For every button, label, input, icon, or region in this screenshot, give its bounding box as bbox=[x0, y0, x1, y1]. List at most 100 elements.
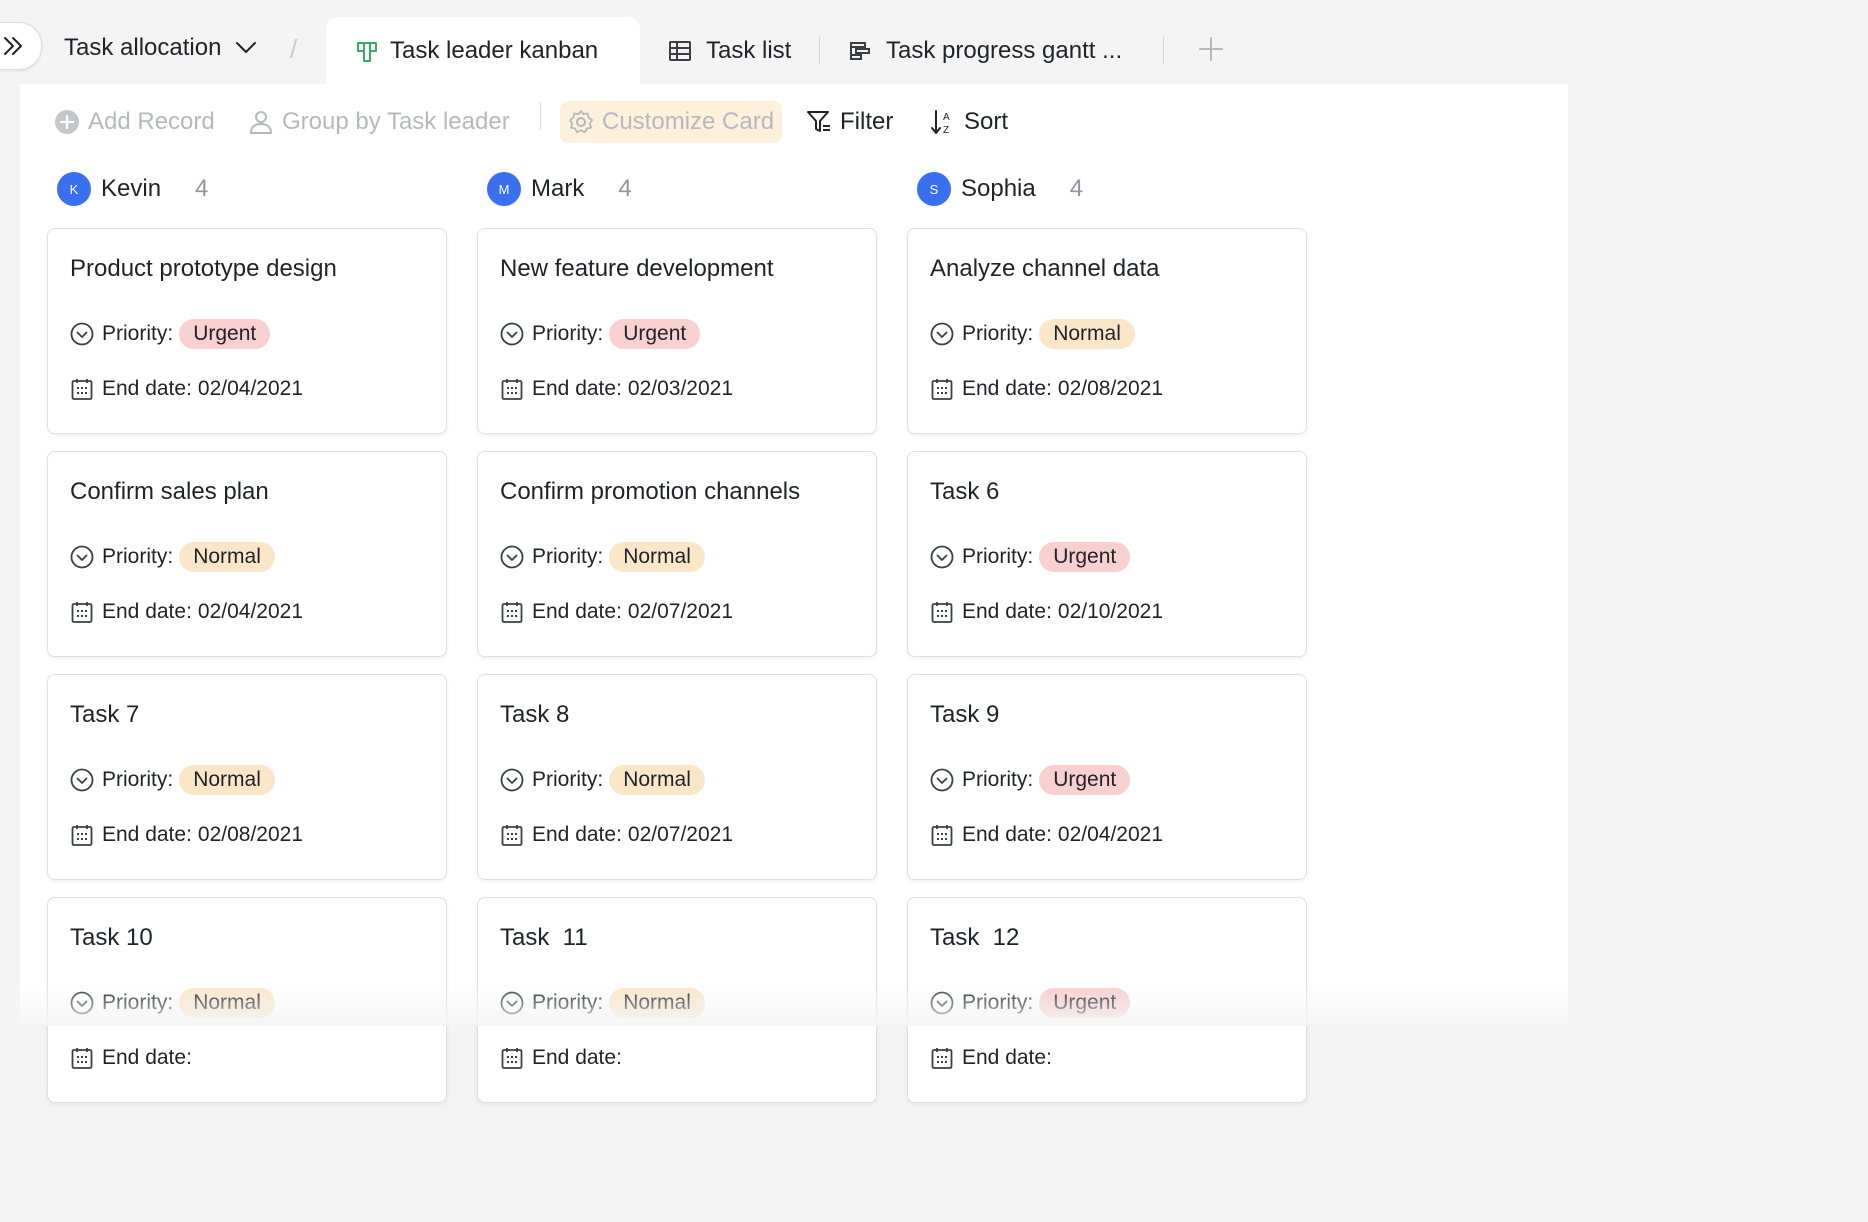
calendar-icon bbox=[931, 825, 953, 846]
priority-field: Priority: Urgent bbox=[930, 765, 1131, 795]
task-card[interactable]: Task 12 Priority: Urgent End date: bbox=[907, 897, 1307, 1103]
calendar-icon bbox=[71, 602, 93, 623]
card-title: Task 6 bbox=[930, 478, 1000, 505]
calendar-icon bbox=[501, 1048, 523, 1069]
priority-icon bbox=[70, 991, 94, 1015]
task-card[interactable]: Confirm promotion channels Priority: Norma… bbox=[477, 451, 877, 657]
task-card[interactable]: Task 7 Priority: Normal End date: 02/08/2021 bbox=[47, 674, 447, 880]
svg-text:Z: Z bbox=[943, 125, 949, 136]
card-title: Task 9 bbox=[930, 701, 1000, 728]
end-date-field: End date: bbox=[500, 1046, 628, 1070]
card-title: Task 8 bbox=[500, 701, 570, 728]
column-name: Sophia bbox=[961, 175, 1036, 202]
kanban-view-panel: Add Record Group by Task leader Customiz… bbox=[20, 84, 1568, 1103]
add-view-button[interactable] bbox=[1198, 36, 1224, 67]
end-date-field: End date: 02/10/2021 bbox=[930, 600, 1163, 624]
calendar-icon bbox=[931, 379, 953, 400]
end-date-label: End date: bbox=[962, 377, 1052, 400]
task-card[interactable]: Product prototype design Priority: Urgent E… bbox=[47, 228, 447, 434]
tab-task-list[interactable]: Task list bbox=[668, 37, 791, 65]
task-card[interactable]: Confirm sales plan Priority: Normal End dat… bbox=[47, 451, 447, 657]
task-card[interactable]: Task 8 Priority: Normal End date: 02/07/2021 bbox=[477, 674, 877, 880]
sort-icon: A Z bbox=[931, 110, 950, 136]
sort-button[interactable]: A Z Sort bbox=[930, 101, 1008, 143]
end-date-label: End date: bbox=[532, 823, 622, 846]
end-date-field: End date: bbox=[70, 1046, 198, 1070]
end-date-field: End date: 02/08/2021 bbox=[70, 823, 303, 847]
priority-label: Priority: bbox=[102, 768, 174, 791]
priority-icon bbox=[70, 768, 94, 792]
priority-field: Priority: Urgent bbox=[930, 988, 1131, 1018]
group-by-label: Group by Task leader bbox=[282, 108, 510, 135]
priority-tag: Normal bbox=[609, 765, 705, 795]
end-date-field: End date: 02/04/2021 bbox=[930, 823, 1163, 847]
plus-circle-icon bbox=[55, 110, 79, 134]
priority-label: Priority: bbox=[532, 322, 604, 345]
priority-label: Priority: bbox=[102, 545, 174, 568]
view-tab-bar: Task allocation / Task leader kanban Tas… bbox=[0, 0, 1568, 84]
column-count: 4 bbox=[618, 175, 632, 202]
base-title-dropdown[interactable]: Task allocation bbox=[64, 34, 257, 62]
calendar-icon bbox=[71, 825, 93, 846]
gantt-icon bbox=[850, 42, 870, 60]
column-header[interactable]: S Sophia 4 bbox=[917, 172, 1083, 206]
priority-label: Priority: bbox=[102, 991, 174, 1014]
expand-sidebar-button[interactable] bbox=[0, 22, 42, 70]
end-date-field: End date: 02/07/2021 bbox=[500, 823, 733, 847]
end-date-label: End date: bbox=[532, 1046, 622, 1069]
calendar-icon bbox=[71, 379, 93, 400]
customize-card-button[interactable]: Customize Card bbox=[560, 101, 783, 143]
filter-button[interactable]: Filter bbox=[806, 101, 893, 143]
card-title: Confirm promotion channels bbox=[500, 478, 801, 505]
calendar-icon bbox=[501, 602, 523, 623]
card-title: Task 10 bbox=[70, 924, 153, 951]
priority-icon bbox=[930, 768, 954, 792]
task-card[interactable]: Task 11 Priority: Normal End date: bbox=[477, 897, 877, 1103]
add-record-label: Add Record bbox=[88, 108, 215, 135]
add-record-button[interactable]: Add Record bbox=[54, 101, 215, 143]
plus-icon bbox=[1199, 37, 1223, 61]
group-by-button[interactable]: Group by Task leader bbox=[248, 101, 510, 143]
tab-task-leader-kanban[interactable]: Task leader kanban bbox=[326, 17, 640, 84]
task-card[interactable]: Task 6 Priority: Urgent End date: 02/10/2021 bbox=[907, 451, 1307, 657]
priority-field: Priority: Normal bbox=[500, 988, 705, 1018]
task-card[interactable]: Task 9 Priority: Urgent End date: 02/04/2021 bbox=[907, 674, 1307, 880]
priority-tag: Normal bbox=[179, 988, 275, 1018]
priority-tag: Urgent bbox=[1039, 542, 1131, 572]
end-date-field: End date: 02/04/2021 bbox=[70, 377, 303, 401]
calendar-icon bbox=[501, 379, 523, 400]
avatar: S bbox=[917, 172, 951, 206]
calendar-icon bbox=[71, 1048, 93, 1069]
card-title: Confirm sales plan bbox=[70, 478, 269, 505]
column-header[interactable]: K Kevin 4 bbox=[57, 172, 208, 206]
column-header[interactable]: M Mark 4 bbox=[487, 172, 632, 206]
card-title: Product prototype design bbox=[70, 255, 337, 282]
card-title: Task 11 bbox=[500, 924, 588, 951]
card-title: Task 12 bbox=[930, 924, 1020, 951]
calendar-icon bbox=[931, 602, 953, 623]
end-date-label: End date: bbox=[102, 1046, 192, 1069]
calendar-icon bbox=[931, 1048, 953, 1069]
tab-label: Task list bbox=[706, 37, 792, 64]
end-date-label: End date: bbox=[962, 1046, 1052, 1069]
tab-task-progress-gantt[interactable]: Task progress gantt ... bbox=[848, 37, 1122, 65]
priority-field: Priority: Normal bbox=[500, 542, 705, 572]
column-name: Kevin bbox=[101, 175, 162, 202]
priority-field: Priority: Normal bbox=[930, 319, 1135, 349]
person-icon bbox=[250, 111, 272, 134]
priority-field: Priority: Normal bbox=[70, 765, 275, 795]
tab-label: Task leader kanban bbox=[390, 37, 599, 64]
task-card[interactable]: New feature development Priority: Urgent En… bbox=[477, 228, 877, 434]
end-date-label: End date: bbox=[532, 377, 622, 400]
sort-label: Sort bbox=[964, 108, 1009, 135]
double-chevron-right-icon bbox=[4, 37, 22, 55]
task-card[interactable]: Task 10 Priority: Normal End date: bbox=[47, 897, 447, 1103]
priority-icon bbox=[500, 545, 524, 569]
end-date-field: End date: 02/03/2021 bbox=[500, 377, 733, 401]
breadcrumb-separator: / bbox=[290, 34, 298, 64]
task-card[interactable]: Analyze channel data Priority: Normal End d… bbox=[907, 228, 1307, 434]
end-date-label: End date: bbox=[102, 823, 192, 846]
column-name: Mark bbox=[531, 175, 585, 202]
avatar: M bbox=[487, 172, 521, 206]
avatar: K bbox=[57, 172, 91, 206]
